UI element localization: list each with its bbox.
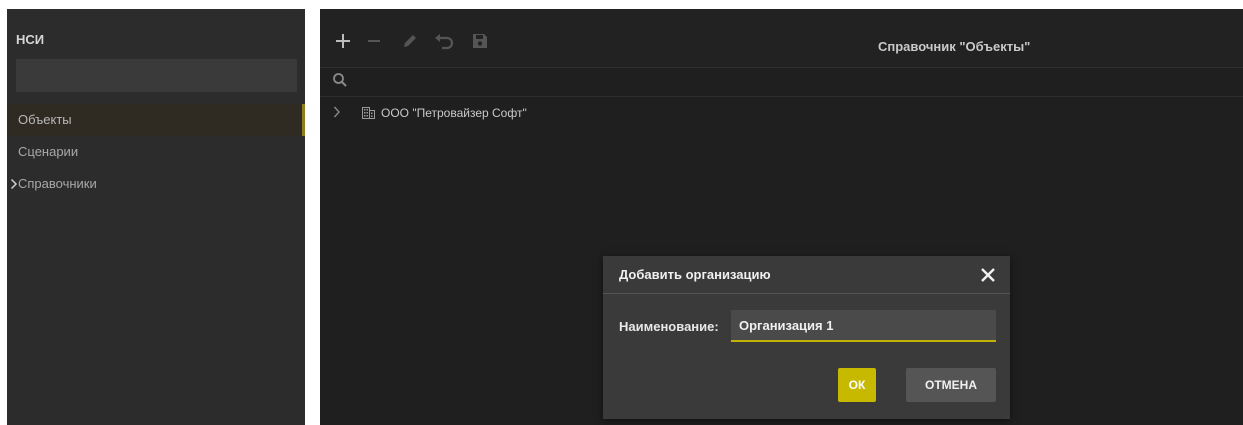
building-icon (362, 106, 375, 124)
sidebar-item-label: Сценарии (18, 144, 79, 159)
cancel-button[interactable]: ОТМЕНА (906, 368, 996, 402)
undo-icon[interactable] (433, 31, 454, 51)
dialog-title: Добавить организацию (619, 267, 771, 282)
sidebar-search-input[interactable] (16, 59, 297, 92)
add-icon[interactable] (333, 31, 353, 51)
remove-icon[interactable] (364, 31, 384, 51)
add-organization-dialog: Добавить организацию Наименование: ОК ОТ… (603, 256, 1010, 419)
tree-row[interactable]: ООО "Петровайзер Софт" (320, 99, 1243, 125)
sidebar-item-label: Справочники (18, 176, 97, 191)
edit-icon[interactable] (400, 31, 420, 51)
sidebar-item-objects[interactable]: Объекты (7, 104, 305, 136)
sidebar-item-scenarios[interactable]: Сценарии (7, 136, 305, 168)
sidebar: НСИ Объекты Сценарии Справочники (7, 9, 305, 425)
name-field-label: Наименование: (619, 319, 719, 334)
name-field[interactable] (731, 310, 996, 342)
chevron-right-icon[interactable] (333, 105, 341, 123)
ok-button[interactable]: ОК (838, 368, 876, 402)
tree-search-bar[interactable] (320, 67, 1243, 97)
search-icon[interactable] (332, 72, 348, 93)
tree-item-label: ООО "Петровайзер Софт" (381, 106, 527, 120)
sidebar-item-label: Объекты (18, 112, 72, 127)
save-icon[interactable] (470, 31, 490, 51)
close-icon[interactable] (979, 266, 997, 284)
chevron-right-icon (10, 168, 18, 212)
sidebar-item-references[interactable]: Справочники (7, 168, 305, 200)
toolbar: Справочник "Объекты" (320, 9, 1243, 68)
sidebar-title: НСИ (16, 32, 45, 47)
dialog-divider (603, 293, 1010, 294)
page-title: Справочник "Объекты" (878, 39, 1031, 54)
